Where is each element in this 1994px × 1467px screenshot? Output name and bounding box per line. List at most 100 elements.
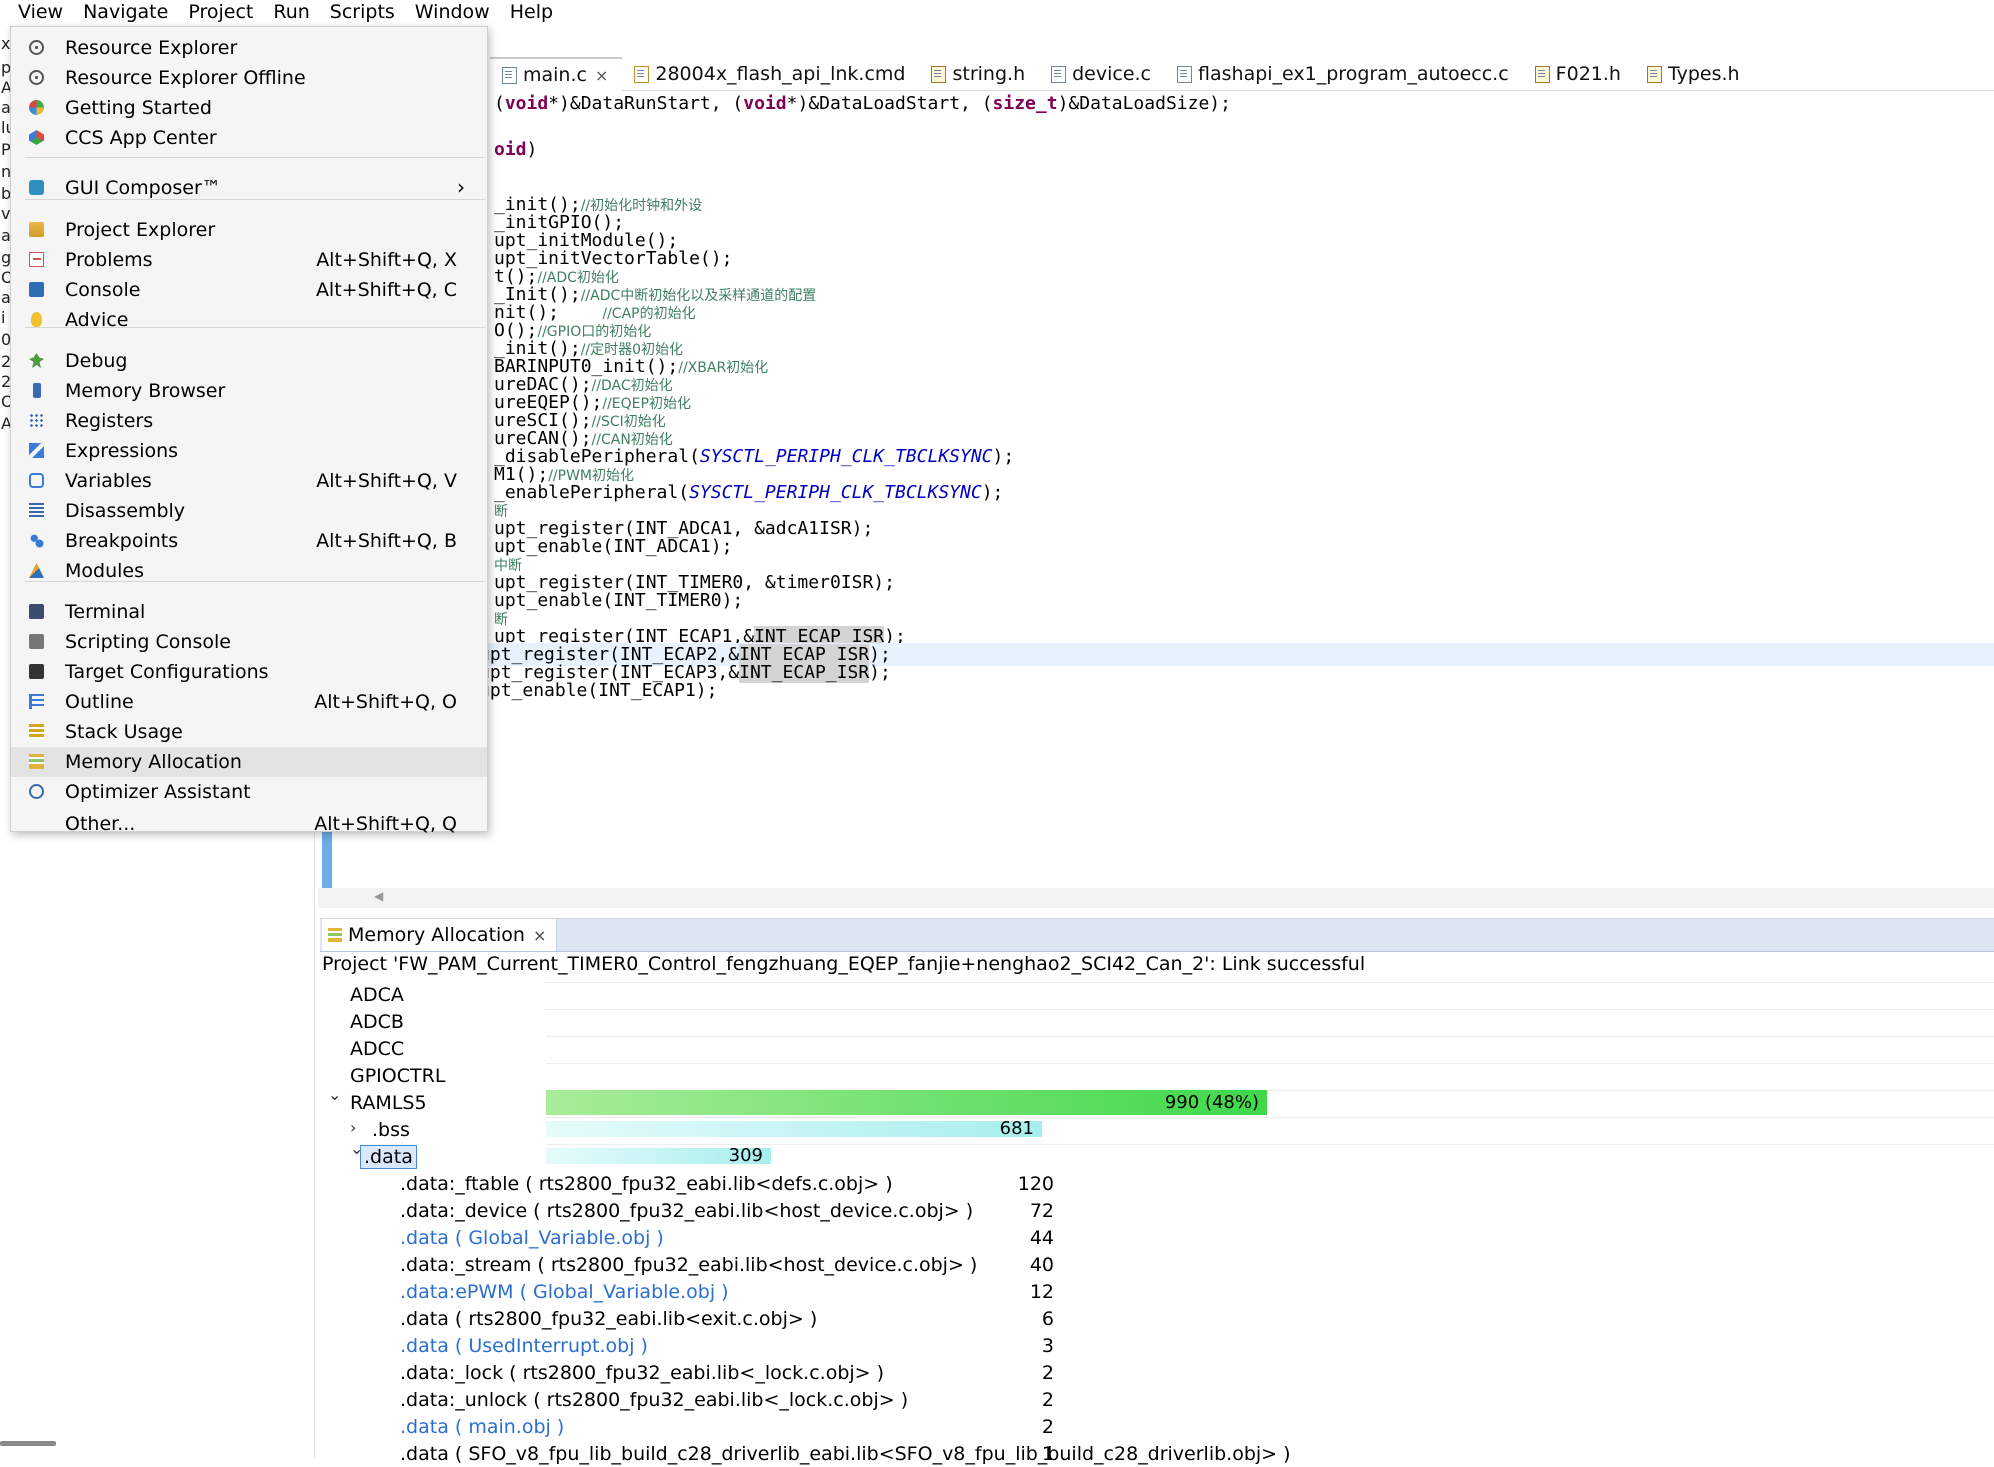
menu-window[interactable]: Window xyxy=(405,0,500,26)
menu-item-label: GUI Composer™ xyxy=(65,177,221,199)
tree-item-label: ADCB xyxy=(350,1011,404,1033)
menu-item-gui-composer[interactable]: GUI Composer™ › xyxy=(11,173,487,203)
close-icon[interactable]: × xyxy=(533,926,546,945)
menu-item-outline[interactable]: Outline Alt+Shift+Q, O xyxy=(11,687,487,717)
menu-item-variables[interactable]: Variables Alt+Shift+Q, V xyxy=(11,466,487,496)
tab-device-c[interactable]: device.c xyxy=(1039,58,1165,90)
menu-item-expressions[interactable]: Expressions xyxy=(11,436,487,466)
menu-item-disassembly[interactable]: Disassembly xyxy=(11,496,487,526)
menu-item-ccs-app-center[interactable]: CCS App Center xyxy=(11,123,487,153)
menu-view[interactable]: View xyxy=(0,0,73,26)
tab-28004x-flash-api-lnk-cmd[interactable]: 28004x_flash_api_lnk.cmd xyxy=(622,58,919,90)
menu-item-getting-started[interactable]: Getting Started xyxy=(11,93,487,123)
menu-scripts[interactable]: Scripts xyxy=(320,0,405,26)
menu-item-registers[interactable]: Registers xyxy=(11,406,487,436)
menu-item-memory-browser[interactable]: Memory Browser xyxy=(11,376,487,406)
menu-item-modules[interactable]: Modules xyxy=(11,556,487,586)
tree-row[interactable]: .data:_device ( rts2800_fpu32_eabi.lib<h… xyxy=(320,1197,1994,1224)
code-line[interactable]: 75Interrupt_enable(INT_ECAP1); xyxy=(318,679,1994,702)
menu-item-target-configurations[interactable]: Target Configurations xyxy=(11,657,487,687)
menu-item-problems[interactable]: Problems Alt+Shift+Q, X xyxy=(11,245,487,275)
tree-item-label: GPIOCTRL xyxy=(350,1065,446,1087)
memory-allocation-tab[interactable]: Memory Allocation × xyxy=(322,919,558,951)
shortcut-label: Alt+Shift+Q, O xyxy=(314,691,457,713)
compass-icon xyxy=(29,70,44,85)
tab-string-h[interactable]: string.h xyxy=(919,58,1039,90)
menu-help[interactable]: Help xyxy=(500,0,563,26)
menu-navigate[interactable]: Navigate xyxy=(73,0,178,26)
tab-label: flashapi_ex1_program_autoecc.c xyxy=(1198,63,1509,85)
lightbulb-icon xyxy=(31,312,42,327)
tree-item-label: ADCC xyxy=(350,1038,405,1060)
tab-f021-h[interactable]: F021.h xyxy=(1523,58,1635,90)
menu-item-project-explorer[interactable]: Project Explorer xyxy=(11,215,487,245)
variables-icon xyxy=(29,473,44,488)
selected-tree-item[interactable]: .data xyxy=(360,1145,417,1169)
menu-item-label: Modules xyxy=(65,560,144,582)
tab-label: F021.h xyxy=(1555,63,1621,85)
tree-row[interactable]: GPIOCTRL xyxy=(320,1062,1994,1089)
menu-item-label: Expressions xyxy=(65,440,179,462)
chevron-right-icon[interactable]: › xyxy=(350,1118,356,1137)
menu-item-stack-usage[interactable]: Stack Usage xyxy=(11,717,487,747)
size-value: 40 xyxy=(1029,1254,1054,1276)
menu-item-optimizer-assistant[interactable]: Optimizer Assistant xyxy=(11,777,487,807)
code-line[interactable]: (void*)&DataRunStart, (void*)&DataLoadSt… xyxy=(318,92,1994,115)
menu-item-resource-explorer[interactable]: Resource Explorer xyxy=(11,33,487,63)
tree-row[interactable]: .data ( Global_Variable.obj ) 44 xyxy=(320,1224,1994,1251)
scroll-left-icon[interactable]: ◀ xyxy=(374,889,383,903)
tree-row[interactable]: ⌄ .data 309 xyxy=(320,1139,1994,1170)
tree-row[interactable]: .data ( rts2800_fpu32_eabi.lib<exit.c.ob… xyxy=(320,1305,1994,1332)
tree-row-divider xyxy=(546,1036,1994,1062)
menu-run[interactable]: Run xyxy=(263,0,319,26)
menu-item-debug[interactable]: Debug xyxy=(11,346,487,376)
tab-main-c[interactable]: main.c × xyxy=(490,57,623,91)
chevron-down-icon[interactable]: ⌄ xyxy=(328,1085,341,1104)
h-file-icon xyxy=(1646,65,1662,83)
usage-bar: 681 xyxy=(546,1120,1042,1138)
tree-row[interactable]: .data:_stream ( rts2800_fpu32_eabi.lib<h… xyxy=(320,1251,1994,1278)
menu-item-memory-allocation[interactable]: Memory Allocation xyxy=(11,747,487,777)
memory-allocation-view: Memory Allocation × Project 'FW_PAM_Curr… xyxy=(320,918,1994,1465)
menu-project[interactable]: Project xyxy=(178,0,263,26)
tree-row[interactable]: ADCC xyxy=(320,1035,1994,1062)
menu-item-scripting-console[interactable]: Scripting Console xyxy=(11,627,487,657)
menu-item-terminal[interactable]: Terminal xyxy=(11,597,487,627)
tab-label: 28004x_flash_api_lnk.cmd xyxy=(655,63,906,85)
tree-item-label: RAMLS5 xyxy=(350,1092,427,1114)
menu-item-resource-explorer-offline[interactable]: Resource Explorer Offline xyxy=(11,63,487,93)
tree-row[interactable]: ADCB xyxy=(320,1008,1994,1035)
tree-row[interactable]: .data:ePWM ( Global_Variable.obj ) 12 xyxy=(320,1278,1994,1305)
tab-types-h[interactable]: Types.h xyxy=(1635,58,1754,90)
tree-row[interactable]: .data:_lock ( rts2800_fpu32_eabi.lib<_lo… xyxy=(320,1359,1994,1386)
close-icon[interactable]: × xyxy=(595,66,608,85)
tree-row[interactable]: .data:_unlock ( rts2800_fpu32_eabi.lib<_… xyxy=(320,1386,1994,1413)
tree-row[interactable]: .data ( SFO_v8_fpu_lib_build_c28_driverl… xyxy=(320,1440,1994,1467)
menu-item-console[interactable]: Console Alt+Shift+Q, C xyxy=(11,275,487,305)
memory-icon xyxy=(33,383,41,398)
tree-row[interactable]: › .bss 681 xyxy=(320,1116,1994,1143)
tree-row[interactable]: .data:_ftable ( rts2800_fpu32_eabi.lib<d… xyxy=(320,1170,1994,1197)
h-file-icon xyxy=(1534,65,1550,83)
left-pane-scrollbar[interactable] xyxy=(0,1441,56,1446)
editor-horizontal-scrollbar[interactable]: ◀ xyxy=(318,888,1994,908)
size-value: 6 xyxy=(1041,1308,1054,1330)
shortcut-label: Alt+Shift+Q, Q xyxy=(314,813,457,835)
code-line[interactable]: oid) xyxy=(318,138,1994,161)
shortcut-label: Alt+Shift+Q, B xyxy=(316,530,457,552)
tree-row[interactable]: ⌄ RAMLS5 990 (48%) xyxy=(320,1085,1994,1116)
target-config-icon xyxy=(29,664,44,679)
shortcut-label: Alt+Shift+Q, X xyxy=(316,249,457,271)
menu-item-breakpoints[interactable]: Breakpoints Alt+Shift+Q, B xyxy=(11,526,487,556)
tree-row[interactable]: ADCA xyxy=(320,981,1994,1008)
expressions-icon xyxy=(29,443,44,458)
code-editor[interactable]: (void*)&DataRunStart, (void*)&DataLoadSt… xyxy=(318,92,1994,888)
tree-row[interactable]: .data ( main.obj ) 2 xyxy=(320,1413,1994,1440)
tree-row[interactable]: .data ( UsedInterrupt.obj ) 3 xyxy=(320,1332,1994,1359)
menu-item-advice[interactable]: Advice xyxy=(11,305,487,335)
tree-item-label: .data:_stream ( rts2800_fpu32_eabi.lib<h… xyxy=(400,1254,978,1276)
tab-flashapi-ex1-program-autoecc-c[interactable]: flashapi_ex1_program_autoecc.c xyxy=(1165,58,1523,90)
tree-item-label: .data ( rts2800_fpu32_eabi.lib<exit.c.ob… xyxy=(400,1308,818,1330)
tree-item-label: .data ( Global_Variable.obj ) xyxy=(400,1227,664,1249)
menu-item-other[interactable]: Other... Alt+Shift+Q, Q xyxy=(11,809,487,839)
